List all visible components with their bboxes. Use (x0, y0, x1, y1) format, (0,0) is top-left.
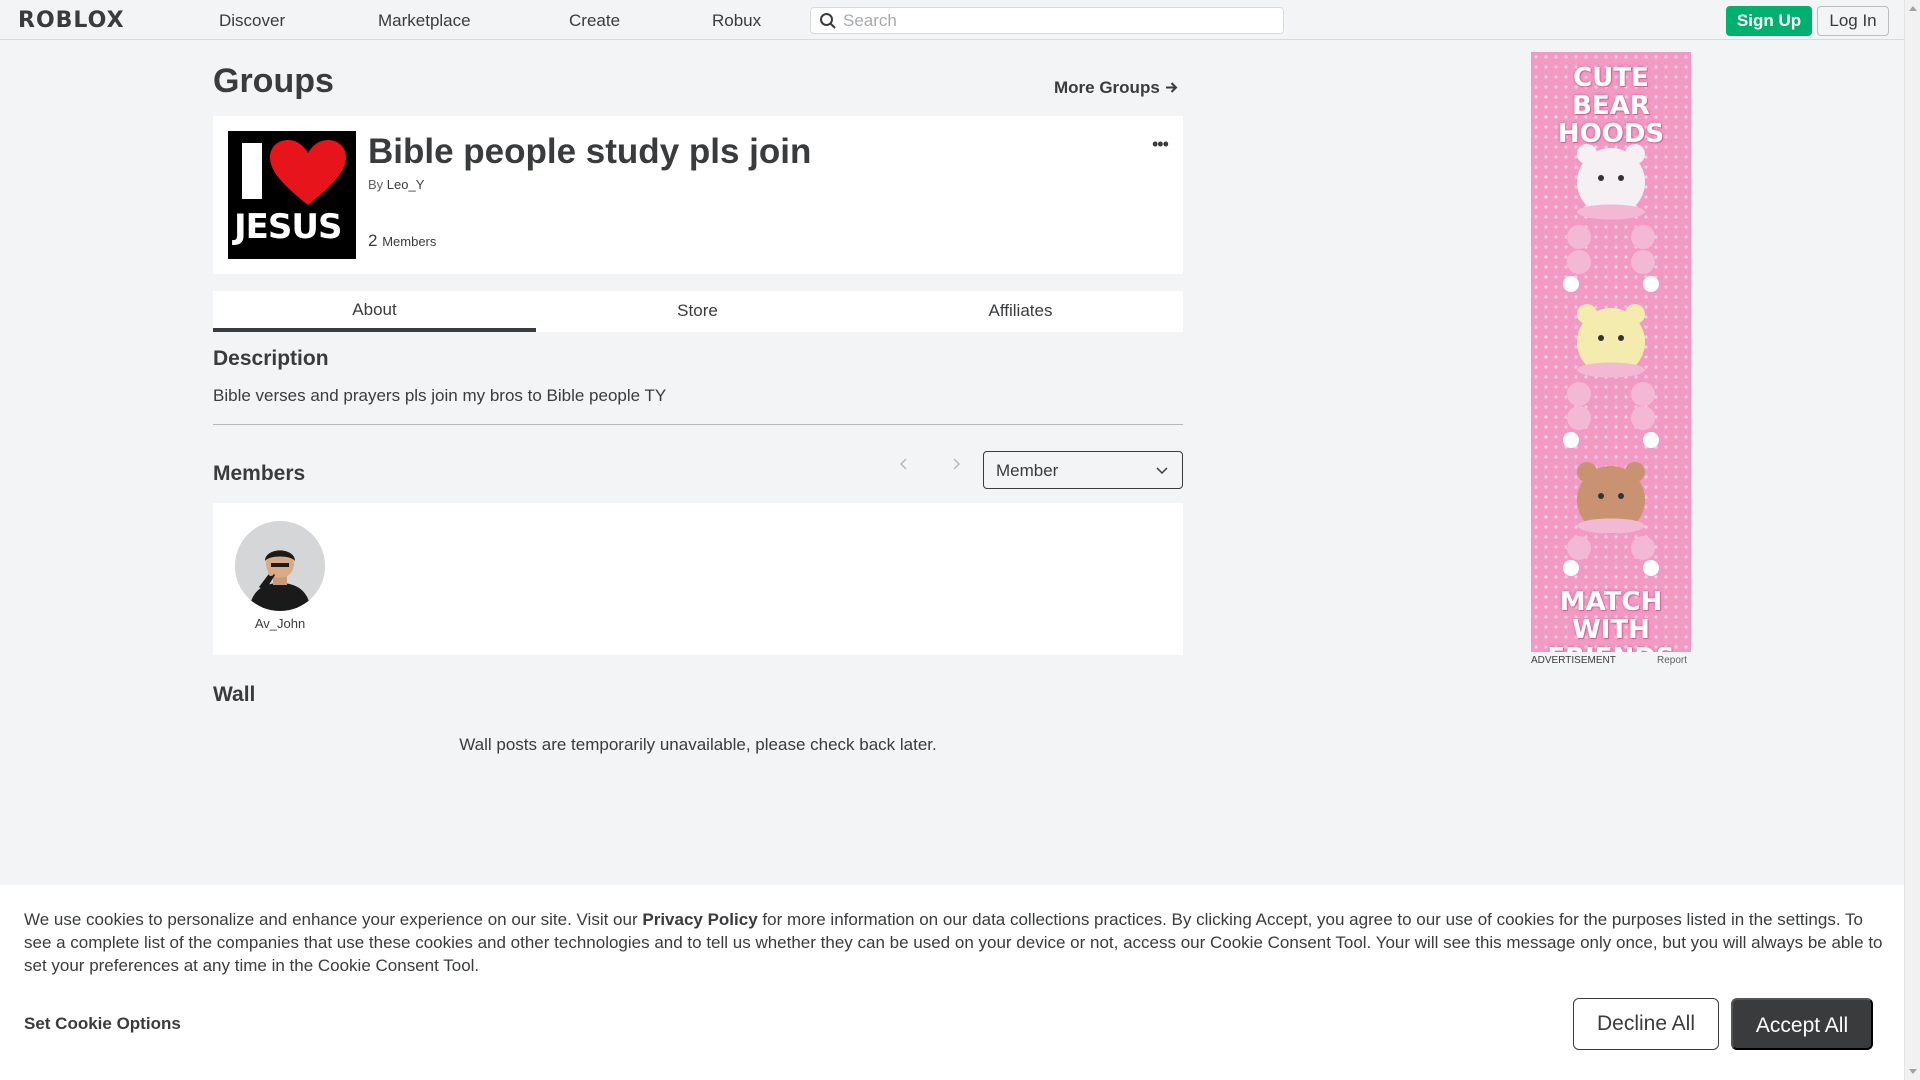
tab-about[interactable]: About (213, 291, 536, 332)
group-name: Bible people study pls join (368, 132, 812, 171)
member-count-value: 2 (368, 231, 378, 250)
nav-link-discover[interactable]: Discover (219, 11, 285, 31)
emblem-letter-i (242, 143, 262, 199)
top-navigation: ROBLOX Discover Marketplace Create Robux… (0, 0, 1904, 40)
cookie-consent-banner: We use cookies to personalize and enhanc… (0, 885, 1904, 1080)
group-member-count: 2 Members (368, 231, 436, 251)
chevron-down-icon (1156, 467, 1168, 475)
section-divider (213, 424, 1183, 425)
advertisement-banner[interactable]: CUTE BEAR HOODS MATCH WITH FRIENDS (1531, 52, 1691, 652)
avatar[interactable] (235, 521, 325, 611)
cookie-text-part-1: We use cookies to personalize and enhanc… (24, 910, 643, 929)
wall-heading: Wall (213, 683, 256, 706)
chevron-left-icon[interactable] (898, 458, 910, 470)
role-filter-dropdown[interactable]: Member (983, 451, 1183, 489)
chevron-right-icon[interactable] (950, 458, 962, 470)
role-filter-value: Member (996, 461, 1059, 480)
members-heading: Members (213, 462, 306, 485)
set-cookie-options-link[interactable]: Set Cookie Options (24, 1014, 181, 1034)
member-count-label: Members (382, 234, 437, 249)
ad-report-link[interactable]: Report (1657, 655, 1687, 666)
heart-icon (270, 140, 346, 205)
nav-link-robux[interactable]: Robux (712, 11, 761, 31)
group-owner-line: By Leo_Y (368, 177, 424, 192)
more-groups-label: More Groups (1054, 78, 1160, 97)
login-button[interactable]: Log In (1817, 6, 1889, 36)
decline-all-button[interactable]: Decline All (1573, 998, 1719, 1050)
page-scrollbar[interactable] (1904, 0, 1920, 1080)
member-name[interactable]: Av_John (223, 616, 337, 631)
description-text: Bible verses and prayers pls join my bro… (213, 386, 667, 405)
signup-button[interactable]: Sign Up (1726, 6, 1812, 36)
scroll-up-arrow[interactable] (1909, 6, 1917, 11)
search-box (810, 7, 1284, 34)
group-by-label: By (368, 177, 384, 192)
scroll-down-arrow[interactable] (1909, 1069, 1917, 1074)
group-owner-link[interactable]: Leo_Y (387, 177, 425, 192)
arrow-right-icon (1165, 82, 1177, 93)
roblox-logo[interactable]: ROBLOX (18, 8, 125, 33)
description-heading: Description (213, 347, 329, 370)
group-emblem: JESUS (228, 131, 356, 259)
avatar-image (235, 521, 325, 611)
page-title: Groups (213, 62, 334, 100)
group-tabs: About Store Affiliates (213, 291, 1183, 332)
tab-store[interactable]: Store (536, 291, 859, 332)
members-list: Av_John (213, 503, 1183, 655)
more-options-icon[interactable]: ••• (1152, 134, 1169, 155)
ad-bottom-text: MATCH WITH FRIENDS (1547, 587, 1674, 652)
accept-all-button[interactable]: Accept All (1731, 998, 1873, 1050)
search-input[interactable] (843, 11, 1273, 31)
emblem-text: JESUS (234, 207, 342, 247)
group-header-card: JESUS Bible people study pls join By Leo… (213, 116, 1183, 274)
advertisement-label: ADVERTISEMENT (1531, 655, 1616, 666)
ad-top-text: CUTE BEAR HOODS (1557, 63, 1665, 149)
cookie-message: We use cookies to personalize and enhanc… (24, 908, 1884, 977)
search-icon[interactable] (819, 12, 837, 30)
tab-affiliates[interactable]: Affiliates (859, 291, 1182, 332)
more-groups-link[interactable]: More Groups (1054, 78, 1178, 98)
nav-link-create[interactable]: Create (569, 11, 620, 31)
nav-link-marketplace[interactable]: Marketplace (378, 11, 471, 31)
wall-unavailable-message: Wall posts are temporarily unavailable, … (459, 735, 937, 754)
privacy-policy-link[interactable]: Privacy Policy (642, 910, 757, 929)
